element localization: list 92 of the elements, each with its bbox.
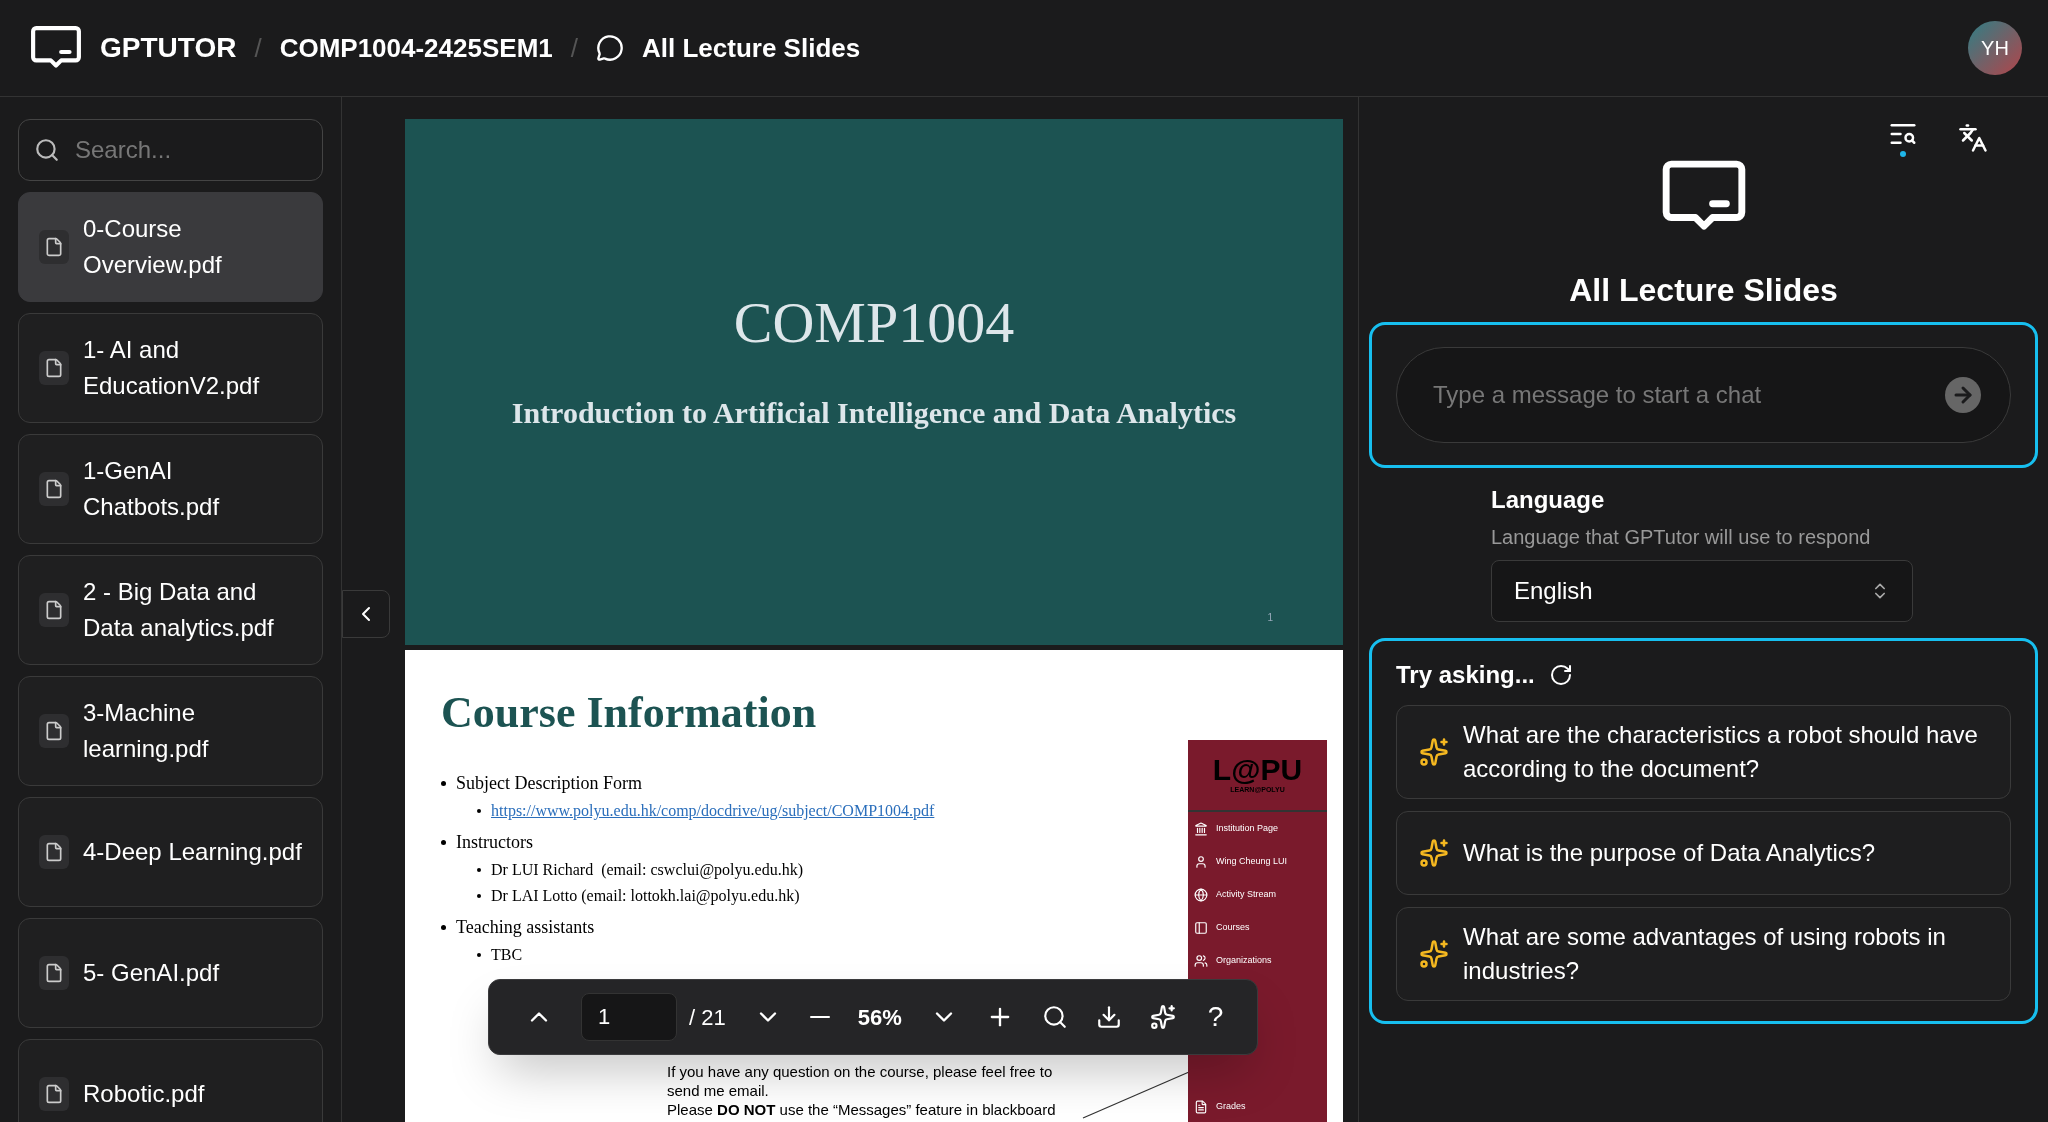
search-button[interactable] bbox=[1041, 1004, 1068, 1030]
note-text: send me email. bbox=[667, 1081, 770, 1100]
page-number: 1 bbox=[1267, 611, 1273, 625]
bullet-icon bbox=[477, 809, 481, 813]
help-button[interactable]: ? bbox=[1203, 996, 1228, 1038]
lms-logo: L@PU bbox=[1212, 754, 1303, 785]
file-item[interactable]: 2 - Big Data and Data analytics.pdf bbox=[18, 555, 323, 665]
lms-menu-item[interactable]: Organizations bbox=[1188, 944, 1327, 977]
slide-title: COMP1004 bbox=[733, 289, 1015, 357]
sparkles-icon bbox=[1149, 1004, 1176, 1030]
chat-input-field[interactable]: Type a message to start a chat bbox=[1396, 347, 2011, 444]
file-name: 5- GenAI.pdf bbox=[83, 958, 220, 988]
sparkles-icon bbox=[1419, 838, 1449, 869]
breadcrumb-current: All Lecture Slides bbox=[642, 31, 861, 65]
bullet-text: Dr LAI Lotto (email: lottokh.lai@polyu.edu.hk) bbox=[491, 886, 800, 907]
file-name: 1- AI and EducationV2.pdf bbox=[83, 335, 261, 401]
search-icon bbox=[34, 137, 60, 163]
lms-menu-item[interactable]: Courses bbox=[1188, 911, 1327, 944]
download-icon bbox=[1095, 1004, 1122, 1030]
bullet-text: Teaching assistants bbox=[456, 916, 595, 939]
breadcrumb-separator: / bbox=[570, 31, 578, 65]
zoom-level: 56% bbox=[857, 1003, 902, 1032]
language-label: Language bbox=[1491, 485, 1606, 516]
grades-icon bbox=[1194, 1099, 1208, 1114]
sparkles-button[interactable] bbox=[1149, 1004, 1176, 1030]
breadcrumb-link[interactable]: COMP1004-2425SEM1 bbox=[279, 28, 553, 68]
suggested-question[interactable]: What are the characteristics a robot should have according to the document? bbox=[1396, 705, 2011, 800]
file-icon bbox=[39, 351, 69, 385]
page-total: / 21 bbox=[689, 1003, 726, 1032]
sparkles-icon bbox=[1419, 939, 1449, 970]
file-icon bbox=[39, 714, 69, 748]
user-icon bbox=[1194, 854, 1208, 869]
language-select[interactable]: English bbox=[1491, 560, 1913, 623]
file-item[interactable]: 1- AI and EducationV2.pdf bbox=[18, 313, 323, 423]
page-number-field[interactable]: 1 bbox=[581, 993, 677, 1041]
file-name: 0-Course Overview.pdf bbox=[83, 214, 223, 280]
chat-title: All Lecture Slides bbox=[1568, 271, 1839, 311]
search-field[interactable]: Search... bbox=[18, 119, 323, 181]
refresh-icon[interactable] bbox=[1548, 663, 1573, 688]
bullet-icon bbox=[441, 925, 446, 930]
file-name: 3-Machine learning.pdf bbox=[83, 698, 210, 764]
slide-subtitle: Introduction to Artificial Intelligence and Data Analytics bbox=[511, 395, 1237, 431]
slide-heading: Course Information bbox=[441, 687, 817, 739]
minus-icon bbox=[809, 1016, 830, 1018]
file-item[interactable]: Robotic.pdf bbox=[18, 1039, 323, 1122]
brand-name[interactable]: GPTUTOR bbox=[100, 27, 237, 69]
file-item[interactable]: 4-Deep Learning.pdf bbox=[18, 797, 323, 907]
lms-menu-item[interactable]: Institution Page bbox=[1188, 812, 1327, 845]
file-icon bbox=[39, 956, 69, 990]
file-item[interactable]: 5- GenAI.pdf bbox=[18, 918, 323, 1028]
file-name: 2 - Big Data and Data analytics.pdf bbox=[83, 577, 275, 643]
translate-icon bbox=[1958, 123, 1988, 153]
bullet-text: Subject Description Form bbox=[456, 772, 642, 795]
bullet-icon bbox=[441, 781, 446, 786]
language-description: Language that GPTutor will use to respond bbox=[1491, 525, 1872, 551]
user-avatar[interactable]: YH bbox=[1968, 21, 2022, 75]
lms-menu-item[interactable]: Activity Stream bbox=[1188, 878, 1327, 911]
bullet-icon bbox=[477, 953, 481, 957]
file-name: 1-GenAI Chatbots.pdf bbox=[83, 456, 221, 522]
suggested-question[interactable]: What is the purpose of Data Analytics? bbox=[1396, 811, 2011, 896]
file-icon bbox=[39, 1077, 69, 1111]
institution-icon bbox=[1194, 821, 1208, 836]
chat-bubble-icon bbox=[596, 34, 624, 62]
sparkles-icon bbox=[1419, 737, 1449, 768]
bullet-icon bbox=[477, 868, 481, 872]
bullet-icon bbox=[477, 894, 481, 898]
file-item[interactable]: 3-Machine learning.pdf bbox=[18, 676, 323, 786]
bullet-text: Dr LUI Richard (email: cswclui@polyu.edu.hk) bbox=[491, 860, 803, 881]
note-text: Please DO NOT use the “Messages” feature in blackboard bbox=[667, 1100, 1056, 1119]
bullet-icon bbox=[441, 840, 446, 845]
file-item[interactable]: 1-GenAI Chatbots.pdf bbox=[18, 434, 323, 544]
file-name: 4-Deep Learning.pdf bbox=[83, 837, 302, 867]
document-link[interactable]: https://www.polyu.edu.hk/comp/docdrive/ug/subject/COMP1004.pdf bbox=[491, 799, 935, 823]
lms-menu-item[interactable]: Grades bbox=[1188, 1090, 1327, 1122]
suggestions-title: Try asking... bbox=[1396, 660, 1535, 691]
file-item[interactable]: 0-Course Overview.pdf bbox=[18, 192, 323, 302]
note-text: If you have any question on the course, please feel free to bbox=[667, 1062, 1054, 1081]
file-icon bbox=[39, 472, 69, 506]
lms-menu-item[interactable]: Wing Cheung LUI bbox=[1188, 845, 1327, 878]
download-button[interactable] bbox=[1095, 1004, 1122, 1030]
bullet-text: TBC bbox=[491, 945, 523, 965]
courses-icon bbox=[1194, 920, 1208, 935]
suggested-question[interactable]: What are some advantages of using robots in industries? bbox=[1396, 907, 2011, 1002]
bullet-text: Instructors bbox=[456, 831, 533, 854]
file-icon bbox=[39, 593, 69, 627]
globe-icon bbox=[1194, 887, 1208, 902]
organizations-icon bbox=[1194, 953, 1208, 968]
file-icon bbox=[39, 230, 69, 264]
search-icon bbox=[1041, 1004, 1068, 1030]
file-name: Robotic.pdf bbox=[83, 1079, 205, 1109]
file-icon bbox=[39, 835, 69, 869]
breadcrumb-separator: / bbox=[254, 31, 262, 65]
